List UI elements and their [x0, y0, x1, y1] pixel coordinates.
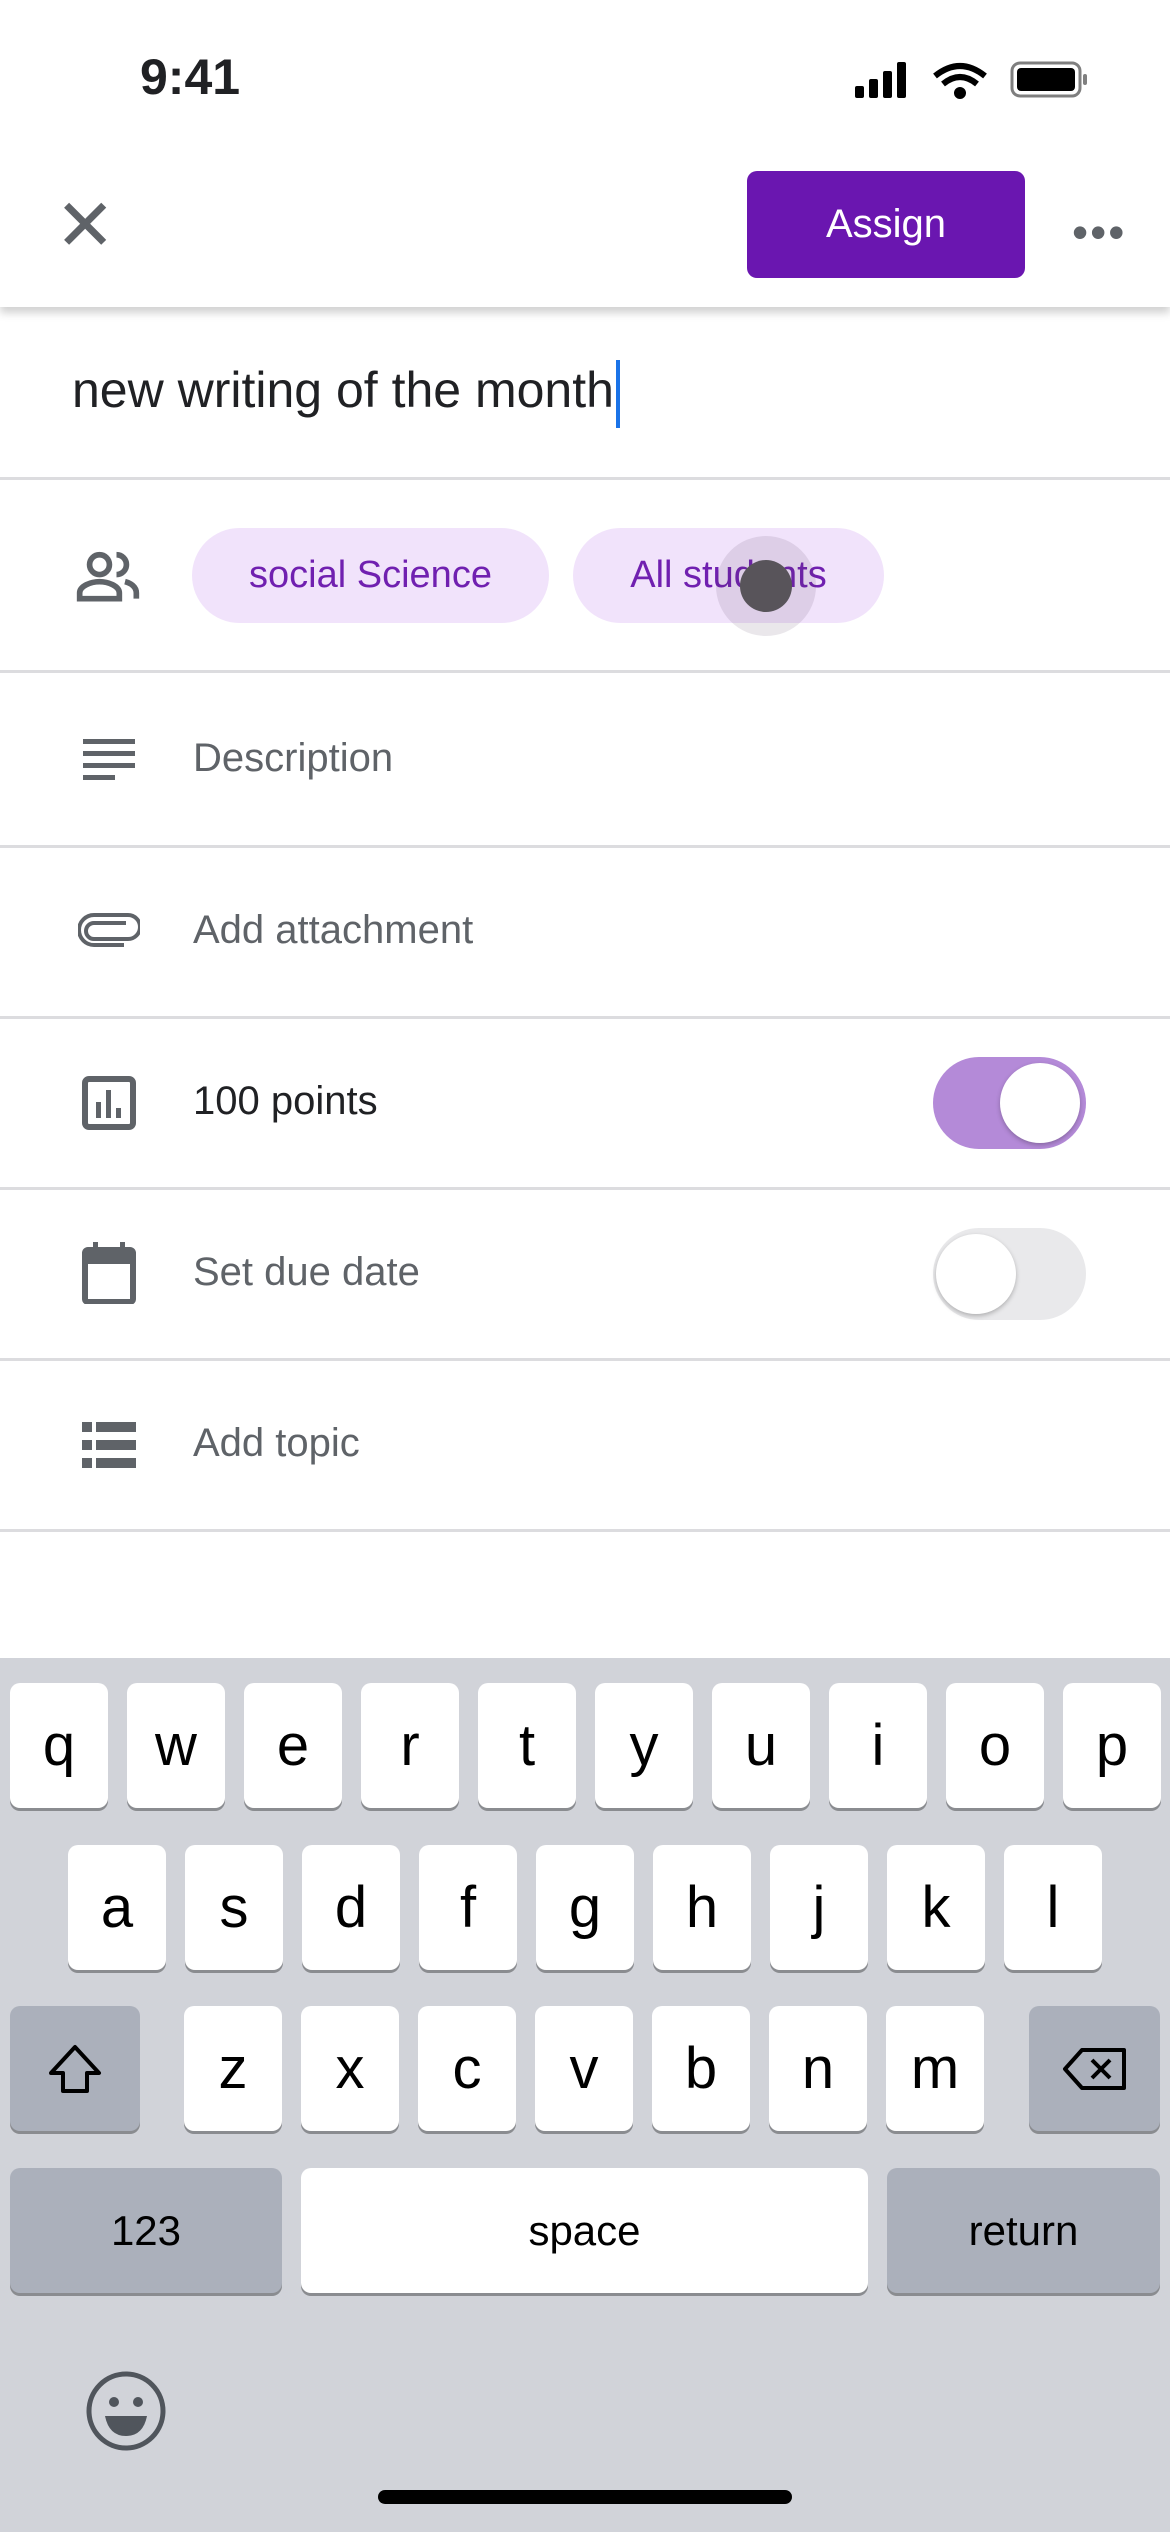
- divider: [0, 1016, 1170, 1019]
- divider: [0, 845, 1170, 848]
- key-t[interactable]: t: [478, 1683, 576, 1808]
- more-options-icon[interactable]: •••: [1072, 205, 1126, 259]
- keyboard: qwertyuiop asdfghjkl zxcvbnm 123 space ret…: [0, 1658, 1170, 2532]
- key-k[interactable]: k: [887, 1845, 985, 1970]
- key-w[interactable]: w: [127, 1683, 225, 1808]
- students-chip[interactable]: All students: [573, 528, 884, 623]
- assign-button[interactable]: Assign: [747, 171, 1025, 278]
- title-value: new writing of the month: [72, 362, 614, 419]
- key-e[interactable]: e: [244, 1683, 342, 1808]
- key-h[interactable]: h: [653, 1845, 751, 1970]
- signal-icon: [855, 62, 906, 98]
- status-icons: [855, 61, 1087, 99]
- description-field[interactable]: Description: [193, 736, 393, 781]
- backspace-key[interactable]: [1029, 2006, 1160, 2131]
- key-q[interactable]: q: [10, 1683, 108, 1808]
- close-icon[interactable]: ✕: [55, 190, 115, 262]
- key-y[interactable]: y: [595, 1683, 693, 1808]
- home-indicator[interactable]: [378, 2490, 792, 2504]
- attachment-icon: [78, 900, 140, 962]
- space-key[interactable]: space: [301, 2168, 868, 2293]
- battery-icon: [1010, 61, 1087, 98]
- key-a[interactable]: a: [68, 1845, 166, 1970]
- key-l[interactable]: l: [1004, 1845, 1102, 1970]
- people-icon: [76, 551, 140, 602]
- return-key[interactable]: return: [887, 2168, 1160, 2293]
- key-o[interactable]: o: [946, 1683, 1044, 1808]
- toggle-knob: [936, 1234, 1016, 1314]
- due-date-toggle[interactable]: [933, 1228, 1086, 1320]
- shift-key[interactable]: [10, 2006, 140, 2131]
- key-b[interactable]: b: [652, 2006, 750, 2131]
- key-i[interactable]: i: [829, 1683, 927, 1808]
- points-toggle[interactable]: [933, 1057, 1086, 1149]
- title-input[interactable]: new writing of the month: [72, 360, 620, 428]
- key-x[interactable]: x: [301, 2006, 399, 2131]
- toggle-knob: [1000, 1063, 1080, 1143]
- add-attachment-button[interactable]: Add attachment: [193, 908, 473, 953]
- key-f[interactable]: f: [419, 1845, 517, 1970]
- points-icon: [78, 1072, 140, 1134]
- divider: [0, 1358, 1170, 1361]
- key-r[interactable]: r: [361, 1683, 459, 1808]
- touch-indicator: [740, 560, 792, 612]
- class-chip[interactable]: social Science: [192, 528, 549, 623]
- emoji-icon[interactable]: [85, 2370, 167, 2452]
- numbers-key[interactable]: 123: [10, 2168, 282, 2293]
- key-s[interactable]: s: [185, 1845, 283, 1970]
- status-time: 9:41: [140, 49, 241, 105]
- key-n[interactable]: n: [769, 2006, 867, 2131]
- due-date-label[interactable]: Set due date: [193, 1250, 420, 1295]
- text-cursor: [615, 360, 620, 428]
- key-z[interactable]: z: [184, 2006, 282, 2131]
- calendar-icon: [78, 1242, 140, 1304]
- wifi-icon: [933, 63, 987, 99]
- points-label[interactable]: 100 points: [193, 1079, 378, 1124]
- divider: [0, 1187, 1170, 1190]
- topic-icon: [78, 1414, 140, 1476]
- key-p[interactable]: p: [1063, 1683, 1161, 1808]
- key-j[interactable]: j: [770, 1845, 868, 1970]
- key-v[interactable]: v: [535, 2006, 633, 2131]
- divider: [0, 1529, 1170, 1532]
- key-u[interactable]: u: [712, 1683, 810, 1808]
- add-topic-button[interactable]: Add topic: [193, 1421, 360, 1466]
- divider: [0, 670, 1170, 673]
- key-c[interactable]: c: [418, 2006, 516, 2131]
- key-d[interactable]: d: [302, 1845, 400, 1970]
- description-icon: [78, 728, 140, 790]
- key-m[interactable]: m: [886, 2006, 984, 2131]
- key-g[interactable]: g: [536, 1845, 634, 1970]
- divider: [0, 477, 1170, 480]
